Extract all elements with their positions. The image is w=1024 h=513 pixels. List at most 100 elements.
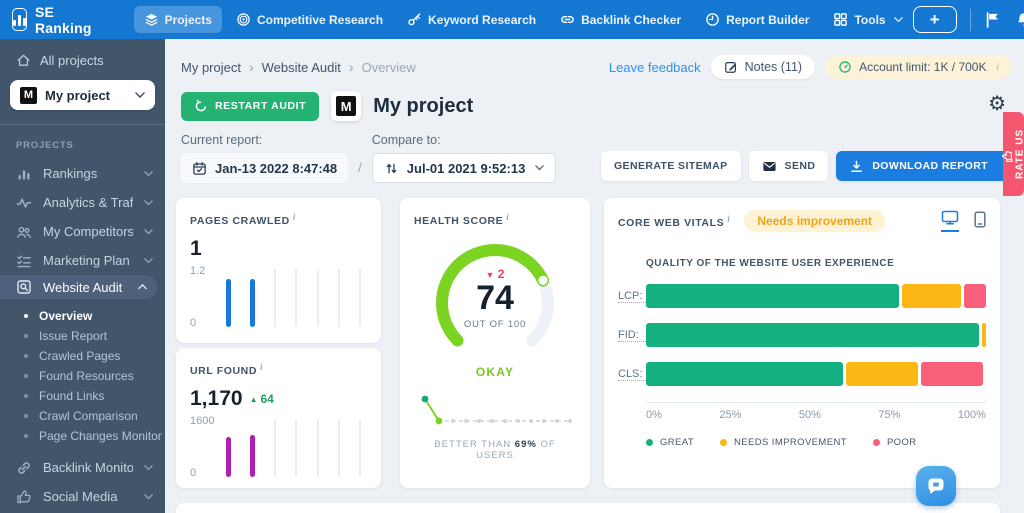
link-icon bbox=[16, 460, 32, 476]
card-title: URL FOUND i bbox=[190, 362, 264, 377]
breadcrumb-item-website-audit[interactable]: Website Audit bbox=[262, 60, 341, 75]
download-icon bbox=[849, 159, 864, 174]
info-icon: i bbox=[292, 212, 296, 222]
better-than-caption: BETTER THAN 69% OF USERS bbox=[434, 439, 556, 461]
sidebar-item-all-projects[interactable]: All projects bbox=[0, 39, 165, 76]
sidebar-item-marketing-plan[interactable]: Marketing Plan bbox=[0, 246, 165, 275]
sidebar-subitem-found-resources[interactable]: Found Resources bbox=[0, 366, 165, 386]
nav-item-tools[interactable]: Tools bbox=[823, 6, 912, 33]
generate-sitemap-button[interactable]: GENERATE SITEMAP bbox=[600, 151, 741, 181]
axis-tick: 100% bbox=[957, 409, 986, 421]
settings-gear-icon[interactable]: ⚙ bbox=[988, 94, 1006, 114]
cwv-metric-label[interactable]: LCP: bbox=[618, 290, 646, 303]
empty-slot bbox=[337, 269, 340, 327]
compare-report-selector[interactable]: Jul-01 2021 9:52:13 bbox=[371, 153, 557, 183]
sidebar-subitem-found-links[interactable]: Found Links bbox=[0, 386, 165, 406]
account-limit-badge[interactable]: Account limit: 1K / 700K i bbox=[825, 55, 1012, 79]
notifications-bell-icon[interactable] bbox=[1015, 11, 1024, 29]
empty-slot bbox=[358, 269, 361, 327]
checklist-icon bbox=[16, 253, 32, 269]
nav-item-projects[interactable]: Projects bbox=[133, 6, 222, 33]
legend-item-great: GREAT bbox=[646, 437, 694, 448]
sidebar-section-label: PROJECTS bbox=[16, 140, 74, 151]
sidebar-subitem-overview[interactable]: Overview bbox=[0, 306, 165, 326]
empty-slot bbox=[295, 419, 298, 477]
chevron-down-icon bbox=[144, 171, 153, 177]
project-selector[interactable]: M My project bbox=[10, 80, 155, 110]
cwv-metric-label[interactable]: FID: bbox=[618, 329, 646, 342]
health-history-sparkline bbox=[421, 395, 572, 425]
bullet-icon bbox=[24, 314, 28, 318]
core-web-vitals-card: CORE WEB VITALS i Needs improvement QUALI… bbox=[604, 198, 1000, 488]
bar bbox=[226, 436, 231, 477]
add-project-button[interactable]: + bbox=[912, 6, 957, 33]
thumb-up-icon bbox=[1002, 151, 1015, 164]
grid-icon bbox=[833, 12, 848, 27]
bar-chart-icon bbox=[16, 166, 32, 182]
project-favicon: M bbox=[331, 91, 362, 121]
sidebar-item-my-competitors[interactable]: My Competitors bbox=[0, 217, 165, 246]
breadcrumb-item-my-project[interactable]: My project bbox=[181, 60, 241, 75]
flag-icon[interactable] bbox=[984, 11, 1002, 29]
send-button[interactable]: SEND bbox=[748, 151, 829, 181]
notes-button[interactable]: Notes (11) bbox=[710, 55, 816, 79]
nav-item-report-builder[interactable]: Report Builder bbox=[695, 6, 819, 33]
audit-icon bbox=[16, 279, 32, 295]
sidebar-item-analytics-traffic[interactable]: Analytics & Traffic bbox=[0, 188, 165, 217]
mobile-icon[interactable] bbox=[974, 210, 986, 232]
main-content: My project › Website Audit › Overview Leave … bbox=[165, 39, 1024, 513]
nav-item-keyword-research[interactable]: Keyword Research bbox=[397, 6, 546, 33]
delta-up-badge: ▲ 64 bbox=[249, 392, 274, 406]
download-report-button[interactable]: DOWNLOAD REPORT bbox=[836, 151, 1010, 181]
sidebar-subitem-page-changes-monitor[interactable]: Page Changes Monitor bbox=[0, 426, 165, 446]
y-axis-min: 0 bbox=[190, 317, 197, 329]
sidebar-item-backlink-monitor[interactable]: Backlink Monitor bbox=[0, 453, 165, 482]
segment-great bbox=[646, 362, 844, 386]
cwv-metric-label[interactable]: CLS: bbox=[618, 368, 646, 381]
speedometer-icon bbox=[838, 60, 852, 74]
key-icon bbox=[407, 12, 422, 27]
mini-bar-chart bbox=[220, 419, 367, 477]
legend-item-needs-improvement: NEEDS IMPROVEMENT bbox=[720, 437, 847, 448]
sidebar-item-website-audit[interactable]: Website Audit bbox=[0, 275, 157, 299]
calendar-icon bbox=[192, 161, 207, 176]
chain-icon bbox=[560, 12, 575, 27]
rate-us-tab[interactable]: RATE US bbox=[1002, 112, 1024, 196]
empty-slot bbox=[274, 269, 277, 327]
sidebar-item-social-media[interactable]: Social Media bbox=[0, 482, 165, 511]
empty-slot bbox=[274, 419, 277, 477]
all-projects-label: All projects bbox=[40, 53, 104, 68]
cwv-row-fid: FID: bbox=[618, 323, 986, 347]
nav-item-competitive-research[interactable]: Competitive Research bbox=[226, 6, 393, 33]
desktop-icon[interactable] bbox=[941, 210, 959, 232]
sidebar-subitem-crawled-pages[interactable]: Crawled Pages bbox=[0, 346, 165, 366]
cwv-stacked-bars: LCP: FID: CLS: bbox=[618, 284, 986, 386]
current-report-selector[interactable]: Jan-13 2022 8:47:48 bbox=[181, 153, 349, 183]
sidebar-subitem-issue-report[interactable]: Issue Report bbox=[0, 326, 165, 346]
nav-item-backlink-checker[interactable]: Backlink Checker bbox=[550, 6, 691, 33]
score-out-of: OUT OF 100 bbox=[463, 318, 527, 330]
legend-dot-icon bbox=[646, 439, 653, 446]
se-ranking-logo-icon bbox=[12, 8, 27, 31]
health-score-gauge: ▼ 2 74 OUT OF 100 bbox=[420, 241, 570, 363]
stacked-bar bbox=[646, 362, 986, 386]
segment-great bbox=[646, 323, 979, 347]
legend-item-poor: POOR bbox=[872, 437, 917, 448]
restart-icon bbox=[194, 99, 208, 113]
leave-feedback-link[interactable]: Leave feedback bbox=[609, 60, 701, 75]
cwv-status-badge: Needs improvement bbox=[744, 210, 886, 232]
report-separator: / bbox=[358, 160, 362, 175]
segment-poor bbox=[963, 284, 986, 308]
axis-tick: 0% bbox=[646, 409, 662, 421]
sidebar-item-rankings[interactable]: Rankings bbox=[0, 159, 165, 188]
bullet-icon bbox=[24, 434, 28, 438]
clock-icon bbox=[705, 12, 720, 27]
chat-bubble-icon bbox=[925, 475, 947, 497]
restart-audit-button[interactable]: RESTART AUDIT bbox=[181, 91, 320, 121]
legend-dot-icon bbox=[872, 439, 880, 446]
sidebar-subitem-crawl-comparison[interactable]: Crawl Comparison bbox=[0, 406, 165, 426]
health-score-value: 74 bbox=[476, 279, 514, 317]
envelope-icon bbox=[762, 159, 777, 174]
pages-crawled-card: PAGES CRAWLED i 1 1.2 0 bbox=[176, 198, 381, 343]
live-chat-button[interactable] bbox=[916, 466, 956, 506]
